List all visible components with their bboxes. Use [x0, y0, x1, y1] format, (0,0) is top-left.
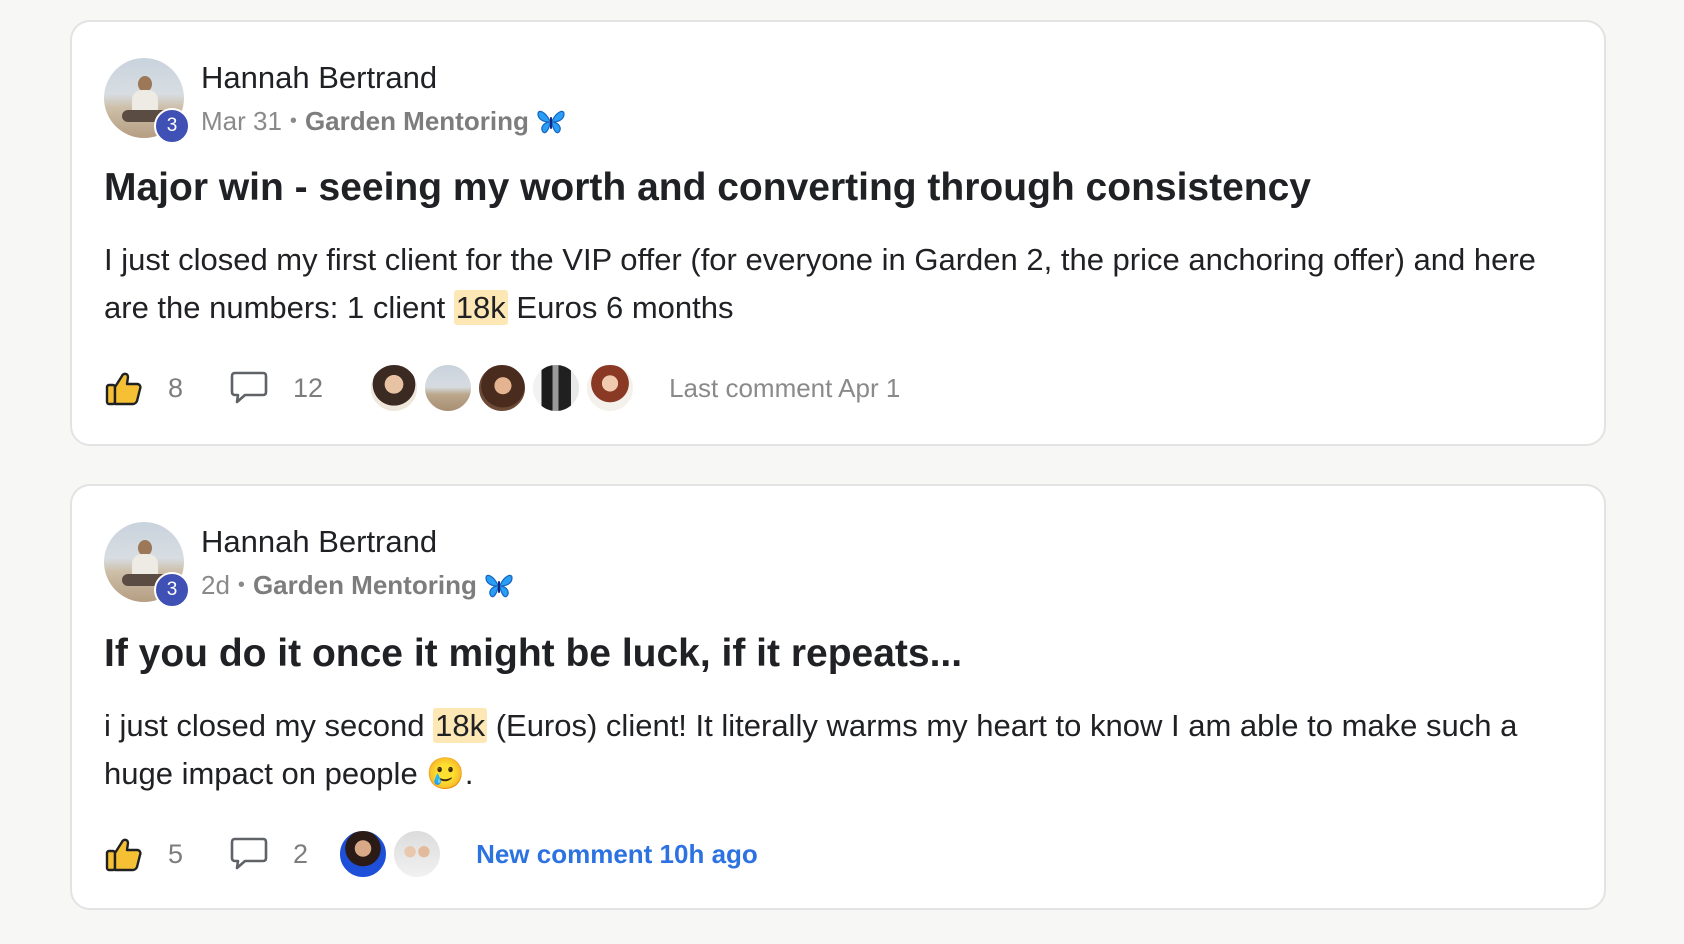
post-date[interactable]: 2d: [201, 570, 230, 601]
thumbs-up-icon[interactable]: [104, 834, 144, 874]
meta-separator: •: [289, 110, 297, 132]
meta-separator: •: [237, 574, 245, 596]
butterfly-icon: [537, 109, 565, 135]
post-card[interactable]: 3 Hannah Bertrand 2d • Garden Mentoring …: [70, 484, 1606, 910]
like-count: 8: [168, 372, 184, 403]
body-text: Euros 6 months: [507, 290, 734, 325]
butterfly-icon: [485, 573, 513, 599]
post-meta: 2d • Garden Mentoring: [201, 570, 513, 601]
highlighted-text: 18k: [433, 708, 488, 743]
author-name[interactable]: Hannah Bertrand: [201, 524, 437, 560]
commenter-avatar: [392, 829, 443, 879]
commenter-avatar: [338, 829, 389, 879]
thumbs-up-icon[interactable]: [104, 368, 144, 408]
commenter-avatar: [585, 363, 636, 413]
like-count: 5: [168, 838, 184, 869]
body-text: I just closed my first client for the VI…: [104, 242, 1536, 325]
post-body[interactable]: i just closed my second 18k (Euros) clie…: [104, 702, 1574, 798]
post-date[interactable]: Mar 31: [201, 106, 282, 137]
commenter-avatar: [369, 363, 420, 413]
post-header: 3 Hannah Bertrand Mar 31 • Garden Mentor…: [104, 58, 1004, 144]
comment-count: 2: [293, 838, 309, 869]
category-link[interactable]: Garden Mentoring: [253, 570, 477, 601]
post-card[interactable]: 3 Hannah Bertrand Mar 31 • Garden Mentor…: [70, 20, 1606, 446]
category-link[interactable]: Garden Mentoring: [305, 106, 529, 137]
level-badge: 3: [154, 572, 190, 608]
commenter-avatars[interactable]: [369, 363, 639, 413]
comment-icon[interactable]: [229, 836, 269, 872]
last-comment-time: Last comment Apr 1: [669, 372, 901, 403]
body-text: i just closed my second: [104, 708, 434, 743]
comment-count: 12: [293, 372, 324, 403]
level-badge: 3: [154, 108, 190, 144]
post-title[interactable]: If you do it once it might be luck, if i…: [104, 632, 962, 676]
author-name[interactable]: Hannah Bertrand: [201, 60, 437, 96]
author-avatar[interactable]: 3: [104, 522, 190, 608]
post-actions: 5 2 New comment 10h ago: [104, 826, 1504, 882]
commenter-avatars[interactable]: [338, 829, 446, 879]
comment-icon[interactable]: [229, 370, 269, 406]
post-body[interactable]: I just closed my first client for the VI…: [104, 236, 1574, 332]
author-avatar[interactable]: 3: [104, 58, 190, 144]
highlighted-text: 18k: [453, 290, 508, 325]
commenter-avatar: [531, 363, 582, 413]
commenter-avatar: [423, 363, 474, 413]
post-feed: 3 Hannah Bertrand Mar 31 • Garden Mentor…: [0, 0, 1684, 944]
commenter-avatar: [477, 363, 528, 413]
post-title[interactable]: Major win - seeing my worth and converti…: [104, 166, 1311, 210]
new-comment-link[interactable]: New comment 10h ago: [476, 839, 758, 870]
post-meta: Mar 31 • Garden Mentoring: [201, 106, 565, 137]
post-actions: 8 12 Last comment Apr 1: [104, 360, 1504, 416]
post-header: 3 Hannah Bertrand 2d • Garden Mentoring: [104, 522, 1004, 608]
